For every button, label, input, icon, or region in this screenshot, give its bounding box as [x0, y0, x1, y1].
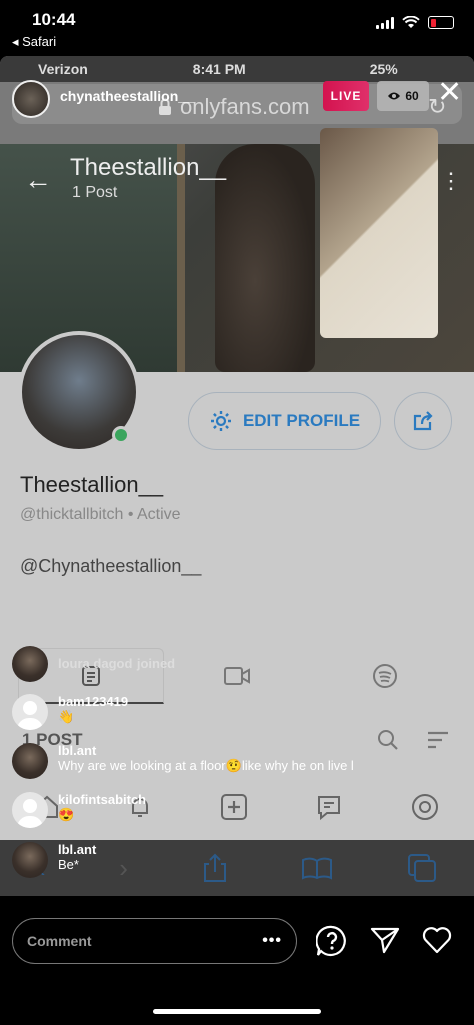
battery-icon	[428, 16, 454, 29]
share-profile-button[interactable]	[394, 392, 452, 450]
live-badge: LIVE	[323, 81, 369, 111]
inner-time: 8:41 PM	[192, 61, 246, 77]
viewer-count[interactable]: 60	[377, 81, 429, 111]
camera-inset	[320, 128, 438, 338]
profile-status: Active	[137, 506, 181, 523]
messages-icon[interactable]	[315, 793, 343, 821]
comment-input[interactable]: Comment •••	[12, 918, 297, 964]
sort-icon[interactable]	[426, 730, 450, 750]
edit-profile-label: EDIT PROFILE	[242, 411, 361, 430]
close-icon[interactable]: ✕	[437, 78, 462, 108]
eye-icon	[388, 92, 401, 100]
video-icon	[224, 667, 250, 685]
tab-posts[interactable]	[18, 648, 164, 704]
posts-icon	[82, 665, 100, 686]
host-username[interactable]: chynatheestallion__	[60, 88, 194, 104]
profile-tabs	[0, 648, 474, 704]
share-sheet-icon[interactable]	[202, 853, 228, 883]
profile-handle-row: @thicktallbitch • Active	[20, 506, 181, 523]
bookmarks-icon[interactable]	[301, 856, 333, 880]
forward-icon[interactable]: ›	[119, 853, 128, 884]
add-post-icon[interactable]	[220, 793, 248, 821]
status-time: 10:44	[32, 10, 76, 29]
search-icon[interactable]	[376, 728, 400, 752]
share-icon	[413, 411, 433, 431]
send-icon[interactable]	[370, 925, 400, 955]
online-indicator	[112, 426, 130, 444]
heart-icon[interactable]	[422, 926, 452, 954]
safari-toolbar: ‹ ›	[0, 840, 474, 896]
posts-count-header: 1 POST	[22, 730, 83, 749]
back-arrow-icon[interactable]: ←	[24, 164, 52, 196]
viewer-count-value: 60	[405, 89, 419, 103]
home-indicator	[153, 1009, 321, 1014]
site-bottom-nav	[0, 784, 474, 830]
edit-profile-button[interactable]: EDIT PROFILE	[188, 392, 381, 450]
signal-icon	[376, 16, 394, 29]
display-name: Theestallion__	[20, 472, 164, 497]
spotify-icon	[373, 664, 397, 688]
profile-post-count: 1 Post	[72, 184, 118, 201]
profile-name-header: Theestallion__	[70, 154, 227, 181]
wifi-icon	[402, 16, 420, 28]
inner-carrier: Verizon	[38, 61, 88, 77]
bell-icon[interactable]	[127, 794, 153, 820]
tab-spotify[interactable]	[306, 648, 464, 704]
gear-icon	[210, 411, 231, 431]
url-text: onlyfans.com	[180, 94, 310, 119]
status-icons	[376, 16, 454, 29]
home-icon[interactable]	[34, 794, 60, 820]
profile-icon[interactable]	[410, 792, 440, 822]
tab-videos[interactable]	[158, 648, 316, 704]
question-icon[interactable]	[316, 925, 348, 957]
back-to-safari[interactable]: ◂ Safari	[12, 34, 56, 50]
back-icon[interactable]: ‹	[37, 853, 46, 884]
back-label: Safari	[22, 34, 57, 49]
banner-figure	[215, 144, 315, 372]
inner-battery: 25%	[369, 61, 398, 77]
host-avatar[interactable]	[12, 80, 50, 118]
profile-handle: @thicktallbitch	[20, 506, 124, 523]
more-icon[interactable]: •••	[262, 932, 282, 950]
live-video: Verizon 8:41 PM 25% onlyfans.com ↻ ← The…	[0, 56, 474, 896]
bio-mention[interactable]: @Chynatheestallion__	[20, 556, 201, 577]
inner-status-bar: Verizon 8:41 PM 25%	[0, 56, 474, 82]
tabs-icon[interactable]	[407, 853, 437, 883]
comment-placeholder: Comment	[27, 933, 92, 949]
more-options-icon[interactable]: ⋮	[440, 168, 462, 194]
